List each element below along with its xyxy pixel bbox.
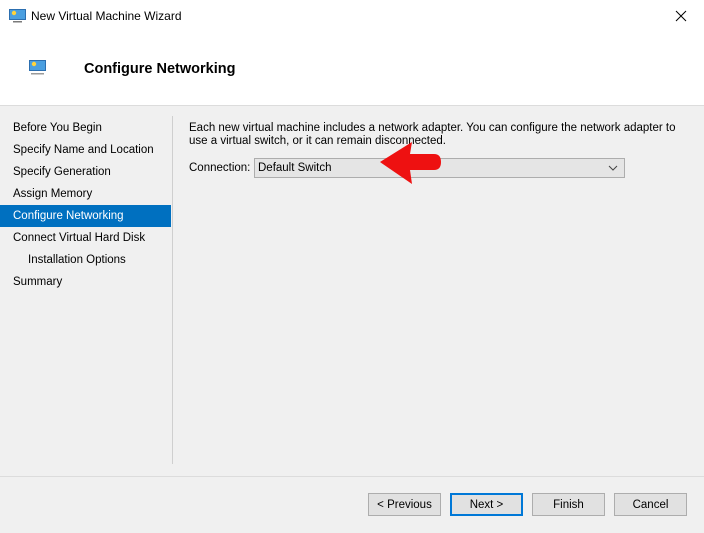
monitor-icon — [29, 60, 46, 75]
nav-item-assign-memory[interactable]: Assign Memory — [0, 183, 171, 205]
nav-item-summary[interactable]: Summary — [0, 271, 171, 293]
nav-item-connect-virtual-hard-disk[interactable]: Connect Virtual Hard Disk — [0, 227, 171, 249]
title-bar: New Virtual Machine Wizard — [0, 0, 704, 32]
connection-label: Connection: — [189, 162, 251, 174]
nav-item-configure-networking[interactable]: Configure Networking — [0, 205, 171, 227]
finish-button[interactable]: Finish — [532, 493, 605, 516]
footer-divider — [0, 476, 704, 477]
close-button[interactable] — [658, 0, 704, 32]
nav-divider — [172, 116, 173, 464]
wizard-header: Configure Networking — [0, 32, 704, 106]
nav-item-specify-name-location[interactable]: Specify Name and Location — [0, 139, 171, 161]
next-button[interactable]: Next > — [450, 493, 523, 516]
cancel-button[interactable]: Cancel — [614, 493, 687, 516]
close-icon — [675, 10, 687, 22]
chevron-down-icon — [608, 165, 618, 171]
connection-value: Default Switch — [258, 162, 332, 174]
red-arrow-annotation — [380, 142, 441, 184]
monitor-icon — [9, 9, 26, 23]
previous-button[interactable]: < Previous — [368, 493, 441, 516]
nav-item-specify-generation[interactable]: Specify Generation — [0, 161, 171, 183]
page-title: Configure Networking — [84, 61, 236, 77]
window-title: New Virtual Machine Wizard — [31, 9, 182, 23]
nav-item-installation-options[interactable]: Installation Options — [0, 249, 171, 271]
wizard-steps: Before You Begin Specify Name and Locati… — [0, 117, 171, 293]
nav-item-before-you-begin[interactable]: Before You Begin — [0, 117, 171, 139]
